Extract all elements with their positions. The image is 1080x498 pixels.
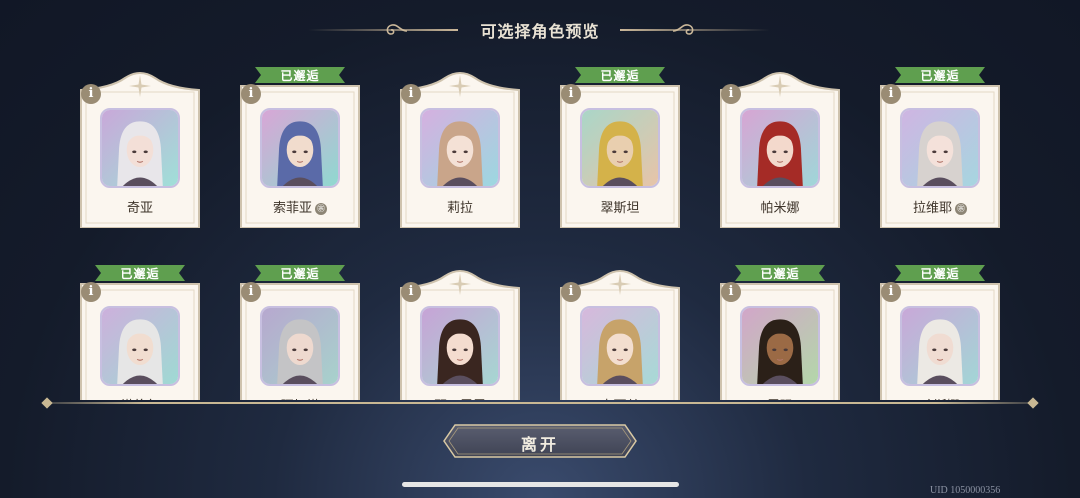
- portrait-illustration: [102, 308, 178, 384]
- info-icon[interactable]: i: [721, 282, 741, 302]
- sparkle-icon: [129, 75, 151, 97]
- character-name: 哈斯娜: [875, 395, 1005, 400]
- met-badge-label: 已邂逅: [120, 267, 160, 281]
- character-portrait: [260, 306, 340, 386]
- sparkle-icon: [449, 75, 471, 97]
- portrait-illustration: [262, 110, 338, 186]
- character-name-text: 露玛: [767, 399, 793, 400]
- character-card[interactable]: 已邂逅 i 拉维耶㊪: [875, 66, 1005, 228]
- met-badge-label: 已邂逅: [920, 267, 960, 281]
- info-icon[interactable]: i: [241, 84, 261, 104]
- met-badge-label: 已邂逅: [760, 267, 800, 281]
- portrait-illustration: [422, 110, 498, 186]
- info-icon[interactable]: i: [81, 84, 101, 104]
- character-card[interactable]: 已邂逅 i 哈斯娜: [875, 264, 1005, 400]
- character-portrait: [900, 108, 980, 188]
- character-card[interactable]: 已邂逅 i 塔伦尔: [75, 264, 205, 400]
- character-name: 露玛: [715, 395, 845, 400]
- character-card[interactable]: 已邂逅 i 露玛: [715, 264, 845, 400]
- character-name-text: 索菲亚: [272, 201, 312, 216]
- character-name-text: 卡丽丝: [600, 399, 639, 400]
- portrait-illustration: [742, 308, 818, 384]
- met-badge: 已邂逅: [895, 66, 985, 84]
- character-name-text: 翠斯坦: [600, 201, 640, 216]
- character-card[interactable]: i 莉拉: [395, 68, 525, 228]
- character-name: 瑟可露露: [395, 395, 525, 400]
- met-badge-label: 已邂逅: [920, 69, 960, 83]
- met-badge-label: 已邂逅: [280, 69, 320, 83]
- character-portrait: [740, 108, 820, 188]
- met-badge: 已邂逅: [255, 66, 345, 84]
- info-icon[interactable]: i: [721, 84, 741, 104]
- leave-button-label: 离开: [520, 435, 559, 454]
- character-portrait: [100, 108, 180, 188]
- character-portrait: [580, 108, 660, 188]
- character-name: 塔伦尔: [75, 395, 205, 400]
- affinity-icon: ㊪: [955, 202, 967, 215]
- character-portrait: [100, 306, 180, 386]
- met-badge: 已邂逅: [95, 264, 185, 282]
- info-icon[interactable]: i: [401, 84, 421, 104]
- character-portrait: [900, 306, 980, 386]
- character-portrait: [420, 108, 500, 188]
- met-badge: 已邂逅: [575, 66, 665, 84]
- character-portrait: [420, 306, 500, 386]
- character-name: 阿加塔: [235, 395, 365, 400]
- met-badge: 已邂逅: [895, 264, 985, 282]
- portrait-illustration: [902, 110, 978, 186]
- character-card[interactable]: 已邂逅 i 索菲亚㊪: [235, 66, 365, 228]
- character-card[interactable]: i 卡丽丝: [555, 266, 685, 400]
- leave-button[interactable]: 离开: [443, 424, 637, 458]
- portrait-illustration: [582, 110, 658, 186]
- sparkle-icon: [449, 273, 471, 295]
- character-card[interactable]: i 奇亚: [75, 68, 205, 228]
- portrait-illustration: [422, 308, 498, 384]
- portrait-illustration: [102, 110, 178, 186]
- portrait-illustration: [582, 308, 658, 384]
- portrait-illustration: [262, 308, 338, 384]
- portrait-illustration: [742, 110, 818, 186]
- character-name: 拉维耶㊪: [875, 197, 1005, 216]
- character-card[interactable]: i 瑟可露露: [395, 266, 525, 400]
- character-card[interactable]: 已邂逅 i 翠斯坦: [555, 66, 685, 228]
- character-name-text: 帕米娜: [760, 201, 800, 216]
- grid-bottom-divider: [45, 402, 1035, 404]
- character-name-text: 奇亚: [126, 201, 153, 216]
- character-card[interactable]: i 帕米娜: [715, 68, 845, 228]
- home-indicator[interactable]: [402, 482, 679, 487]
- character-card[interactable]: 已邂逅 i 阿加塔: [235, 264, 365, 400]
- sparkle-icon: [769, 75, 791, 97]
- met-badge-label: 已邂逅: [600, 69, 640, 83]
- affinity-icon: ㊪: [315, 202, 327, 215]
- portrait-illustration: [902, 308, 978, 384]
- character-name: 帕米娜: [715, 197, 845, 216]
- character-name-text: 塔伦尔: [120, 399, 159, 400]
- character-portrait: [260, 108, 340, 188]
- info-icon[interactable]: i: [561, 282, 581, 302]
- character-name-text: 哈斯娜: [920, 399, 959, 400]
- character-name-text: 阿加塔: [280, 399, 319, 400]
- met-badge: 已邂逅: [255, 264, 345, 282]
- character-portrait: [580, 306, 660, 386]
- character-name-text: 瑟可露露: [434, 399, 486, 400]
- info-icon[interactable]: i: [241, 282, 261, 302]
- character-name: 奇亚: [75, 197, 205, 216]
- character-name: 卡丽丝: [555, 395, 685, 400]
- uid-label: UID 1050000356: [930, 485, 1001, 496]
- character-name-text: 拉维耶: [912, 201, 952, 216]
- sparkle-icon: [609, 273, 631, 295]
- character-name: 翠斯坦: [555, 197, 685, 216]
- met-badge-label: 已邂逅: [280, 267, 320, 281]
- character-name: 莉拉: [395, 197, 525, 216]
- character-name-text: 莉拉: [446, 201, 473, 216]
- info-icon[interactable]: i: [881, 282, 901, 302]
- info-icon[interactable]: i: [401, 282, 421, 302]
- met-badge: 已邂逅: [735, 264, 825, 282]
- character-portrait: [740, 306, 820, 386]
- info-icon[interactable]: i: [81, 282, 101, 302]
- character-name: 索菲亚㊪: [235, 197, 365, 216]
- character-grid: i奇亚已邂逅i索菲亚㊪i莉拉已邂逅i翠斯坦i帕米娜已邂逅i拉维耶㊪已邂逅i塔伦尔…: [0, 0, 1080, 400]
- info-icon[interactable]: i: [881, 84, 901, 104]
- info-icon[interactable]: i: [561, 84, 581, 104]
